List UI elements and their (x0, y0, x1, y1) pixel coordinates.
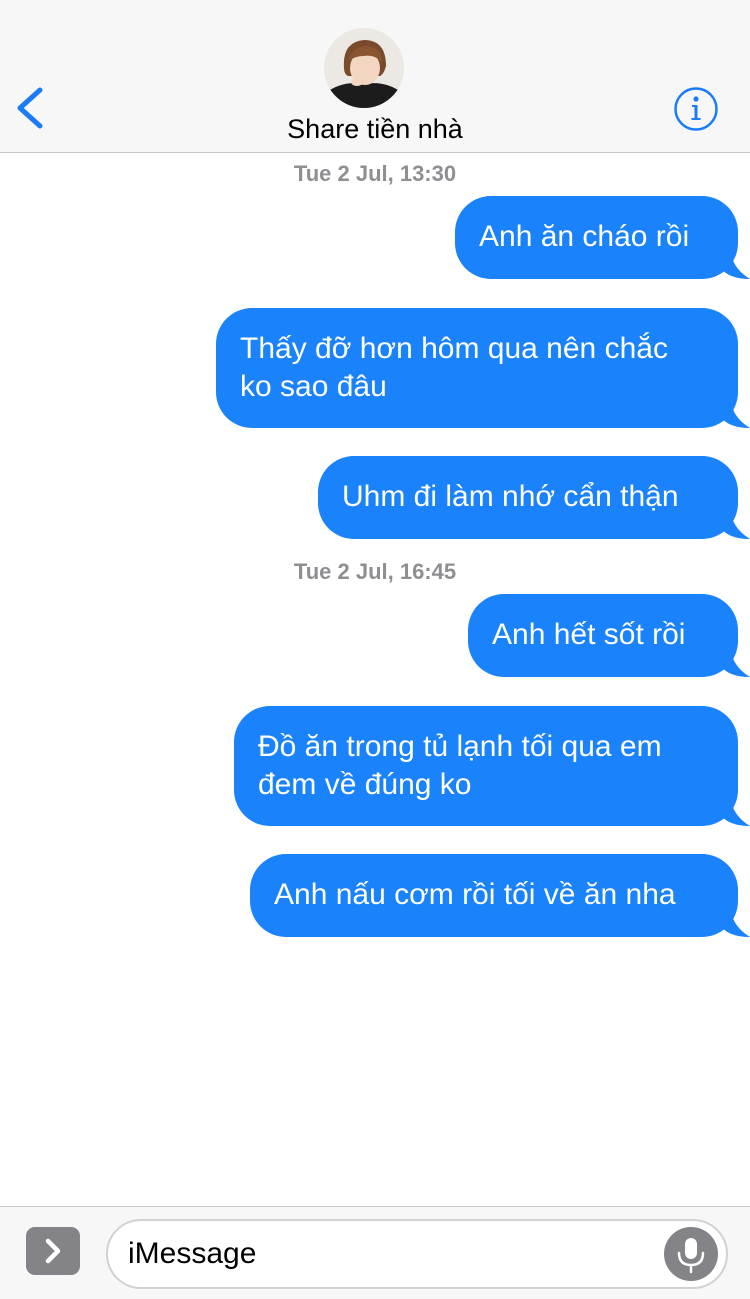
message-timestamp: Tue 2 Jul, 16:45 (293, 559, 457, 584)
apps-expand-button[interactable] (26, 1227, 80, 1275)
microphone-icon (677, 1238, 705, 1274)
sent-message-bubble[interactable]: Đồ ăn trong tủ lạnh tối qua em đem về đú… (234, 706, 750, 826)
info-icon (674, 87, 718, 131)
sent-message-bubble[interactable]: Uhm đi làm nhớ cẩn thận (318, 456, 750, 539)
message-timestamp: Tue 2 Jul, 13:30 (293, 161, 457, 186)
message-text: Anh nấu cơm rồi tối về ăn nha (274, 878, 676, 911)
sent-message-bubble[interactable]: Thấy đỡ hơn hôm qua nên chắc ko sao đâu (216, 308, 750, 428)
message-input-placeholder: iMessage (128, 1237, 257, 1270)
avatar-photo (324, 28, 404, 108)
message-text: Anh hết sốt rồi (492, 618, 686, 651)
contact-avatar[interactable] (324, 28, 404, 108)
bubble-tail (720, 394, 750, 428)
message-text: Đồ ăn trong tủ lạnh tối qua em đem về đú… (258, 730, 662, 801)
message-text: Anh ăn cháo rồi (479, 220, 690, 253)
chevron-right-icon (45, 1238, 61, 1264)
sent-message-bubble[interactable]: Anh hết sốt rồi (468, 594, 750, 677)
info-button[interactable] (673, 86, 719, 132)
bubble-tail (720, 643, 750, 677)
message-composer: iMessage (0, 1206, 750, 1299)
bubble-tail (720, 903, 750, 937)
bubble-tail (720, 245, 750, 279)
dictation-button[interactable] (664, 1227, 718, 1281)
contact-name[interactable]: Share tiền nhà (0, 112, 750, 146)
conversation-header: Share tiền nhà (0, 0, 750, 153)
bubble-tail (720, 505, 750, 539)
message-text: Thấy đỡ hơn hôm qua nên chắc ko sao đâu (240, 332, 668, 403)
message-text: Uhm đi làm nhớ cẩn thận (342, 480, 679, 513)
message-input[interactable]: iMessage (106, 1219, 728, 1289)
sent-message-bubble[interactable]: Anh ăn cháo rồi (455, 196, 750, 279)
bubble-tail (720, 792, 750, 826)
sent-message-bubble[interactable]: Anh nấu cơm rồi tối về ăn nha (250, 854, 750, 937)
